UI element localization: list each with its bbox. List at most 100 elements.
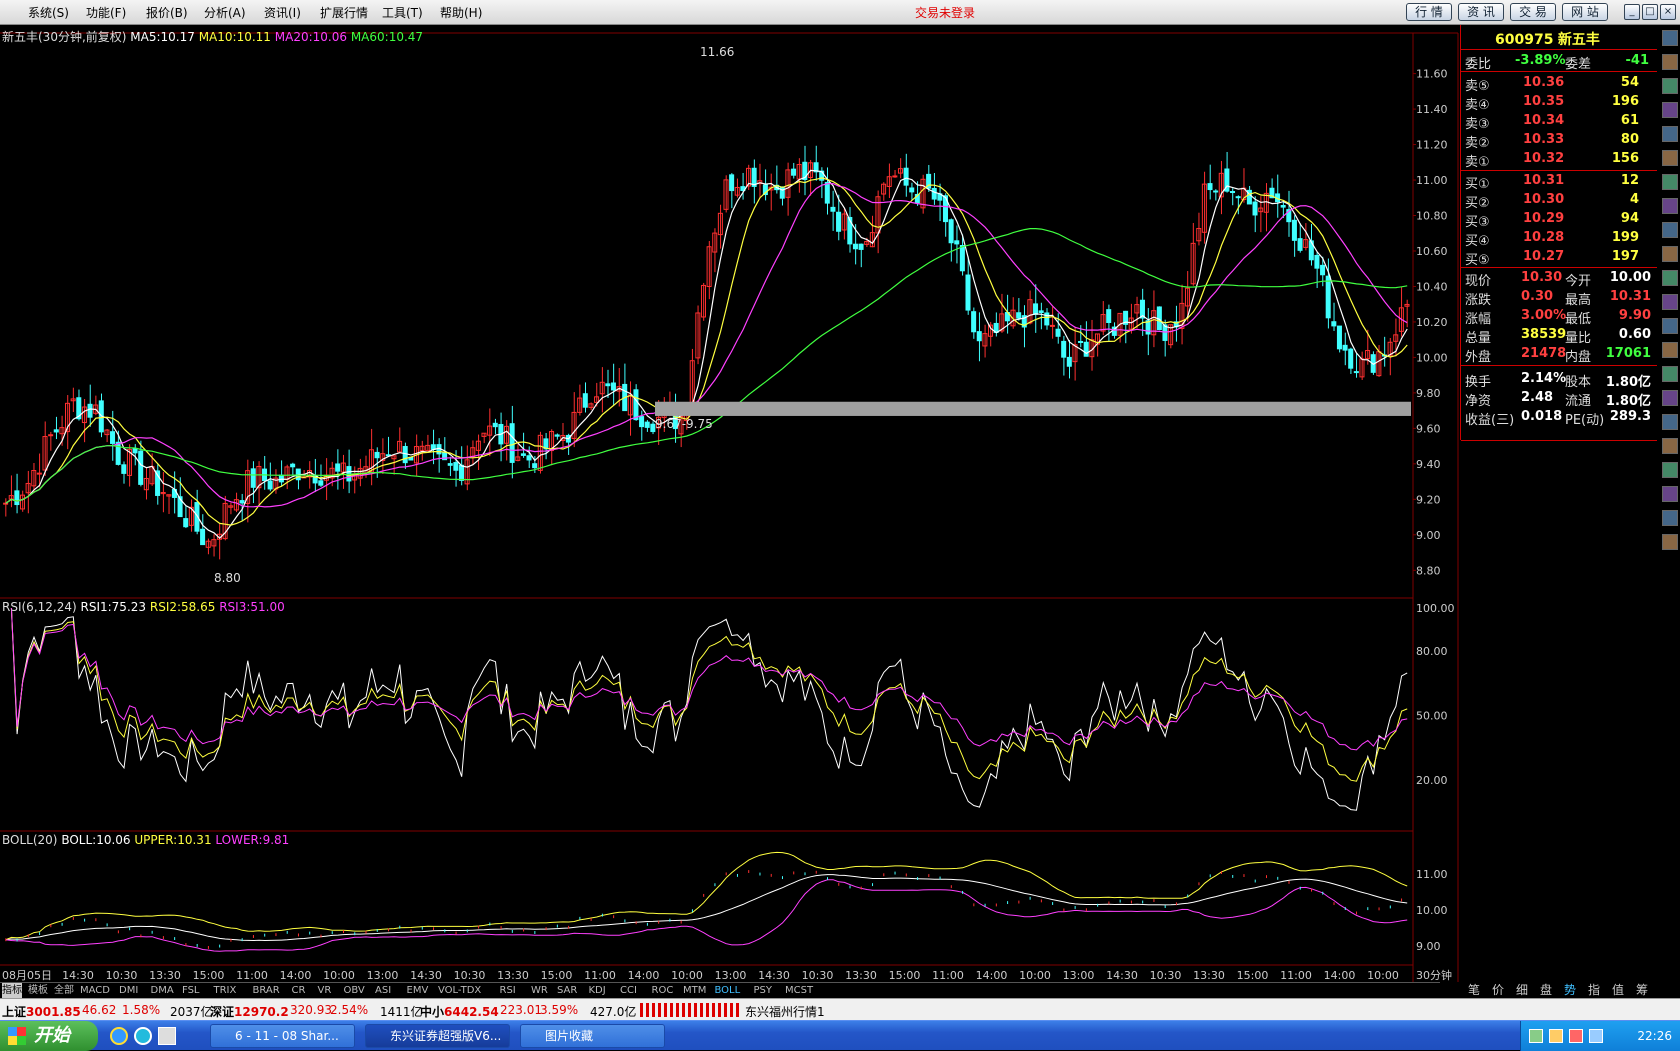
sh-index[interactable]: 上证3001.85 — [2, 1003, 81, 1020]
toolbar-tool-icon[interactable] — [1662, 462, 1678, 478]
candle-body — [1235, 196, 1241, 199]
market-button[interactable]: 行 情 — [1406, 3, 1452, 21]
menu-function[interactable]: 功能(F) — [86, 4, 126, 21]
candle-body — [402, 446, 408, 464]
toolbar-tool-icon[interactable] — [1662, 198, 1678, 214]
candle-body — [3, 502, 9, 505]
detail-tab[interactable]: 势 — [1564, 982, 1576, 998]
toolbar-tool-icon[interactable] — [1662, 414, 1678, 430]
toolbar-tool-icon[interactable] — [1662, 30, 1678, 46]
menu-help[interactable]: 帮助(H) — [440, 4, 482, 21]
detail-tab[interactable]: 价 — [1492, 982, 1504, 998]
toolbar-tool-icon[interactable] — [1662, 390, 1678, 406]
indicator-tab-psy[interactable]: PSY — [754, 983, 773, 999]
candle-body — [1252, 201, 1258, 216]
input-method-icon[interactable] — [1589, 1029, 1603, 1043]
indicator-tab-mtm[interactable]: MTM — [683, 983, 706, 999]
detail-tab[interactable]: 指 — [1588, 982, 1600, 998]
toolbar-tool-icon[interactable] — [1662, 318, 1678, 334]
detail-tab[interactable]: 筹 — [1636, 982, 1648, 998]
candle-body — [250, 468, 256, 488]
trade-button[interactable]: 交 易 — [1510, 3, 1556, 21]
indicator-tab-cci[interactable]: CCI — [620, 983, 637, 999]
candle-body — [858, 243, 864, 250]
indicator-tab-vol-tdx[interactable]: VOL-TDX — [438, 983, 481, 999]
toolbar-tool-icon[interactable] — [1662, 486, 1678, 502]
quote-divider — [1461, 49, 1657, 50]
taskbar-task-2[interactable]: 东兴证券超强版V6... — [365, 1024, 510, 1048]
stat-label: 总量 — [1465, 331, 1492, 346]
candle-body — [909, 187, 915, 193]
sz-index[interactable]: 深证12970.2 — [210, 1003, 289, 1020]
toolbar-tool-icon[interactable] — [1662, 270, 1678, 286]
toolbar-tool-icon[interactable] — [1662, 126, 1678, 142]
desktop-icon[interactable] — [158, 1027, 176, 1045]
detail-tab[interactable]: 细 — [1516, 982, 1528, 998]
toolbar-tool-icon[interactable] — [1662, 102, 1678, 118]
indicator-tab-vr[interactable]: VR — [318, 983, 332, 999]
browser-icon[interactable] — [134, 1027, 152, 1045]
toolbar-tool-icon[interactable] — [1662, 54, 1678, 70]
indicator-tab-brar[interactable]: BRAR — [253, 983, 280, 999]
indicator-tab-sar[interactable]: SAR — [557, 983, 577, 999]
indicator-tab-kdj[interactable]: KDJ — [589, 983, 606, 999]
toolbar-tool-icon[interactable] — [1662, 342, 1678, 358]
indicator-tab-dma[interactable]: DMA — [151, 983, 174, 999]
indicator-tab-cr[interactable]: CR — [292, 983, 306, 999]
network-icon[interactable] — [1529, 1029, 1543, 1043]
indicator-tab-obv[interactable]: OBV — [344, 983, 365, 999]
maximize-button[interactable]: □ — [1642, 4, 1658, 20]
main-axis-label: 10.60 — [1416, 245, 1448, 258]
taskbar-task-1[interactable]: 6 - 11 - 08 Shar... — [210, 1024, 355, 1048]
candle-body — [954, 240, 960, 245]
toolbar-tool-icon[interactable] — [1662, 150, 1678, 166]
indicator-tab-全部[interactable]: 全部 — [54, 983, 74, 999]
menu-quote[interactable]: 报价(B) — [146, 4, 188, 21]
menu-extended-market[interactable]: 扩展行情 — [320, 4, 368, 21]
detail-tab[interactable]: 值 — [1612, 982, 1624, 998]
time-axis-label: 11:00 — [584, 969, 616, 982]
indicator-tab-roc[interactable]: ROC — [652, 983, 674, 999]
toolbar-tool-icon[interactable] — [1662, 510, 1678, 526]
indicator-tab-trix[interactable]: TRIX — [214, 983, 237, 999]
news-button[interactable]: 资 讯 — [1458, 3, 1504, 21]
website-button[interactable]: 网 站 — [1562, 3, 1608, 21]
indicator-tab-asi[interactable]: ASI — [375, 983, 391, 999]
indicator-tab-fsl[interactable]: FSL — [182, 983, 200, 999]
candle-body — [532, 463, 538, 469]
indicator-tab-指标[interactable]: 指标 — [2, 983, 22, 999]
menu-tools[interactable]: 工具(T) — [382, 4, 423, 21]
toolbar-tool-icon[interactable] — [1662, 246, 1678, 262]
indicator-tab-mcst[interactable]: MCST — [785, 983, 813, 999]
indicator-tab-模板[interactable]: 模板 — [28, 983, 48, 999]
zx-index[interactable]: 中小6442.54 — [420, 1003, 499, 1020]
ie-icon[interactable] — [110, 1027, 128, 1045]
minimize-button[interactable]: _ — [1624, 4, 1640, 20]
toolbar-tool-icon[interactable] — [1662, 366, 1678, 382]
boll-pane-title: BOLL(20) BOLL:10.06 UPPER:10.31 LOWER:9.… — [2, 833, 289, 847]
indicator-tab-emv[interactable]: EMV — [407, 983, 429, 999]
toolbar-tool-icon[interactable] — [1662, 78, 1678, 94]
sell-label: 卖① — [1465, 155, 1490, 170]
taskbar-task-3[interactable]: 图片收藏 — [520, 1024, 665, 1048]
candle-body — [892, 175, 898, 178]
detail-tab[interactable]: 笔 — [1468, 982, 1480, 998]
indicator-tab-rsi[interactable]: RSI — [500, 983, 516, 999]
boll-mid-line — [5, 874, 1408, 942]
indicator-tab-dmi[interactable]: DMI — [119, 983, 138, 999]
toolbar-tool-icon[interactable] — [1662, 222, 1678, 238]
toolbar-tool-icon[interactable] — [1662, 534, 1678, 550]
toolbar-tool-icon[interactable] — [1662, 174, 1678, 190]
indicator-tab-boll[interactable]: BOLL — [715, 983, 741, 999]
menu-analysis[interactable]: 分析(A) — [204, 4, 246, 21]
volume-icon[interactable] — [1549, 1029, 1563, 1043]
close-button[interactable]: × — [1660, 4, 1676, 20]
security-icon[interactable] — [1569, 1029, 1583, 1043]
detail-tab[interactable]: 盘 — [1540, 982, 1552, 998]
toolbar-tool-icon[interactable] — [1662, 294, 1678, 310]
menu-info[interactable]: 资讯(I) — [264, 4, 301, 21]
indicator-tab-wr[interactable]: WR — [531, 983, 548, 999]
toolbar-tool-icon[interactable] — [1662, 438, 1678, 454]
indicator-tab-macd[interactable]: MACD — [80, 983, 110, 999]
menu-system[interactable]: 系统(S) — [28, 4, 69, 21]
